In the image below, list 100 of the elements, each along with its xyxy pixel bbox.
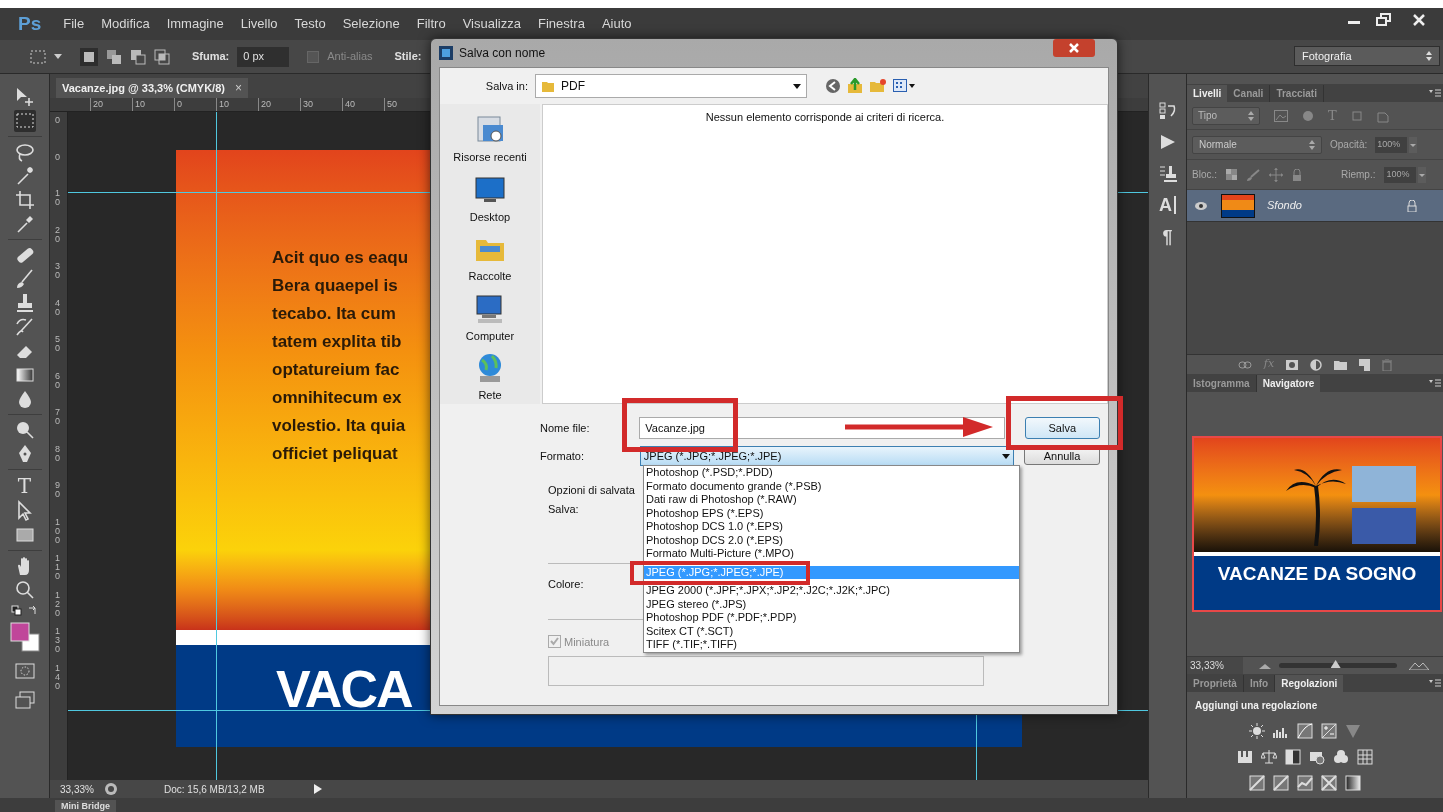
menu-item[interactable]: Filtro [416, 14, 446, 34]
panel-tab[interactable]: Regolazioni [1275, 675, 1344, 692]
mask-icon[interactable] [1286, 359, 1299, 370]
diagonal-square-icon[interactable] [1249, 775, 1265, 791]
format-option[interactable]: Formato Multi-Picture (*.MPO) [644, 547, 1019, 561]
marquee-icon[interactable] [13, 110, 36, 132]
plus-minus-icon[interactable] [1321, 723, 1337, 739]
link-icon[interactable] [1237, 360, 1252, 369]
dropdown-caret-icon[interactable] [1418, 166, 1427, 183]
feather-field[interactable]: 0 px [237, 46, 290, 67]
split-square-icon[interactable] [1285, 749, 1301, 765]
menu-item[interactable]: Visualizza [462, 14, 521, 34]
dropdown-caret-icon[interactable] [1409, 136, 1418, 153]
new-selection-icon[interactable] [80, 47, 98, 66]
play-icon[interactable] [314, 784, 322, 794]
zoom-slider[interactable] [1279, 663, 1397, 668]
menu-item[interactable]: Modifica [101, 14, 150, 34]
layer-row[interactable]: Sfondo [1187, 190, 1443, 222]
format-option[interactable]: JPEG 2000 (*.JPF;*.JPX;*.JP2;*.J2C;*.J2K;*.JPC) [644, 584, 1019, 598]
slider-thumb[interactable] [1330, 660, 1341, 668]
panel-menu-icon[interactable] [1429, 679, 1441, 687]
paragraph-panel-icon[interactable]: ¶ [1162, 228, 1173, 246]
folder-icon[interactable] [1334, 359, 1348, 370]
history-icon[interactable] [1158, 102, 1177, 120]
diagonal-square-icon[interactable] [1273, 775, 1289, 791]
marquee-icon[interactable] [30, 49, 46, 64]
menu-item[interactable]: Aiuto [601, 14, 632, 34]
format-option[interactable]: TIFF (*.TIF;*.TIFF) [644, 638, 1019, 652]
save-button[interactable]: Salva [1024, 417, 1100, 439]
intersect-selection-icon[interactable] [154, 48, 170, 65]
play-icon[interactable] [1159, 134, 1176, 150]
document-tab[interactable]: Vacanze.jpg @ 33,3% (CMYK/8) × [56, 78, 248, 98]
place-item[interactable]: Raccolte [468, 233, 512, 285]
type-tool[interactable]: T [12, 474, 37, 498]
menu-item[interactable]: Finestra [537, 14, 585, 34]
large-mountain-icon[interactable] [1409, 661, 1429, 670]
panel-tab[interactable]: Proprietà [1187, 675, 1244, 692]
format-option[interactable]: Photoshop (*.PSD;*.PDD) [644, 466, 1019, 480]
back-icon[interactable] [825, 78, 841, 94]
view-menu-icon[interactable] [893, 79, 915, 93]
fill-field[interactable]: 100% [1384, 166, 1417, 183]
layer-name[interactable]: Sfondo [1267, 197, 1407, 214]
scales-icon[interactable] [1261, 749, 1277, 765]
subtract-selection-icon[interactable] [130, 48, 146, 65]
curve-icon[interactable] [1297, 723, 1313, 739]
adjustment-layer-icon[interactable] [1310, 358, 1323, 371]
menu-item[interactable]: File [63, 14, 85, 34]
screen-mode-icon[interactable] [14, 691, 35, 709]
panel-tab[interactable]: Navigatore [1256, 375, 1321, 392]
menu-item[interactable]: Testo [294, 14, 326, 34]
panel-tab[interactable]: Istogramma [1187, 375, 1257, 392]
bars-icon[interactable] [1237, 749, 1253, 765]
menu-item[interactable]: Selezione [342, 14, 400, 34]
eye-icon[interactable] [1194, 200, 1208, 211]
format-option[interactable]: Photoshop PDF (*.PDF;*.PDP) [644, 611, 1019, 625]
place-item[interactable]: Desktop [469, 173, 511, 226]
panel-menu-icon[interactable] [1429, 89, 1441, 97]
format-option[interactable]: Scitex CT (*.SCT) [644, 624, 1019, 638]
panel-tab[interactable]: Canali [1227, 85, 1271, 102]
wave-square-icon[interactable] [1297, 775, 1313, 791]
place-item[interactable]: Risorse recenti [453, 114, 527, 166]
workspace-dropdown[interactable]: Fotografia [1294, 46, 1440, 66]
zoom-icon[interactable] [13, 579, 36, 601]
new-folder-icon[interactable] [869, 78, 887, 94]
panel-tab[interactable]: Livelli [1187, 85, 1228, 102]
tab-close-button[interactable]: × [234, 79, 242, 97]
format-option[interactable]: Photoshop DCS 1.0 (*.EPS) [644, 520, 1019, 534]
cross-square-icon[interactable] [1321, 775, 1337, 791]
history-brush-icon[interactable] [13, 316, 36, 338]
mini-bridge-tab[interactable]: Mini Bridge [55, 800, 116, 812]
menu-item[interactable]: Immagine [166, 14, 224, 34]
quick-mask-icon[interactable] [14, 663, 35, 679]
format-option[interactable]: Dati raw di Photoshop (*.RAW) [644, 493, 1019, 507]
up-folder-icon[interactable] [847, 78, 863, 94]
small-mountain-icon[interactable] [1259, 662, 1271, 669]
panel-menu-icon[interactable] [1429, 379, 1441, 387]
menu-item[interactable]: Livello [240, 14, 278, 34]
caret-icon[interactable] [54, 53, 62, 60]
format-dropdown[interactable]: JPEG (*.JPG;*.JPEG;*.JPE) [639, 446, 1015, 466]
format-option[interactable]: JPEG stereo (*.JPS) [644, 597, 1019, 611]
grid-icon[interactable] [1357, 749, 1373, 765]
opacity-field[interactable]: 100% [1375, 136, 1408, 153]
camera-icon[interactable] [1309, 749, 1325, 765]
format-option[interactable]: Photoshop DCS 2.0 (*.EPS) [644, 533, 1019, 547]
lasso-icon[interactable] [13, 141, 36, 163]
format-option[interactable]: Photoshop EPS (*.EPS) [644, 506, 1019, 520]
clone-source-icon[interactable] [1158, 164, 1177, 182]
sun-icon[interactable] [1249, 723, 1265, 739]
format-option[interactable]: Formato documento grande (*.PSB) [644, 479, 1019, 493]
place-item[interactable]: Computer [465, 292, 515, 345]
circles-icon[interactable] [1333, 749, 1349, 765]
color-swatches[interactable] [8, 621, 41, 653]
close-button[interactable] [1053, 39, 1095, 57]
place-item[interactable]: Rete [474, 352, 506, 404]
new-layer-icon[interactable] [1359, 358, 1371, 371]
crop-icon[interactable] [13, 189, 36, 211]
folder-dropdown[interactable]: PDF [535, 74, 807, 98]
status-icon[interactable] [104, 782, 118, 796]
gradient-square-icon[interactable] [1345, 775, 1361, 791]
blend-mode-dropdown[interactable]: Normale [1192, 135, 1322, 154]
